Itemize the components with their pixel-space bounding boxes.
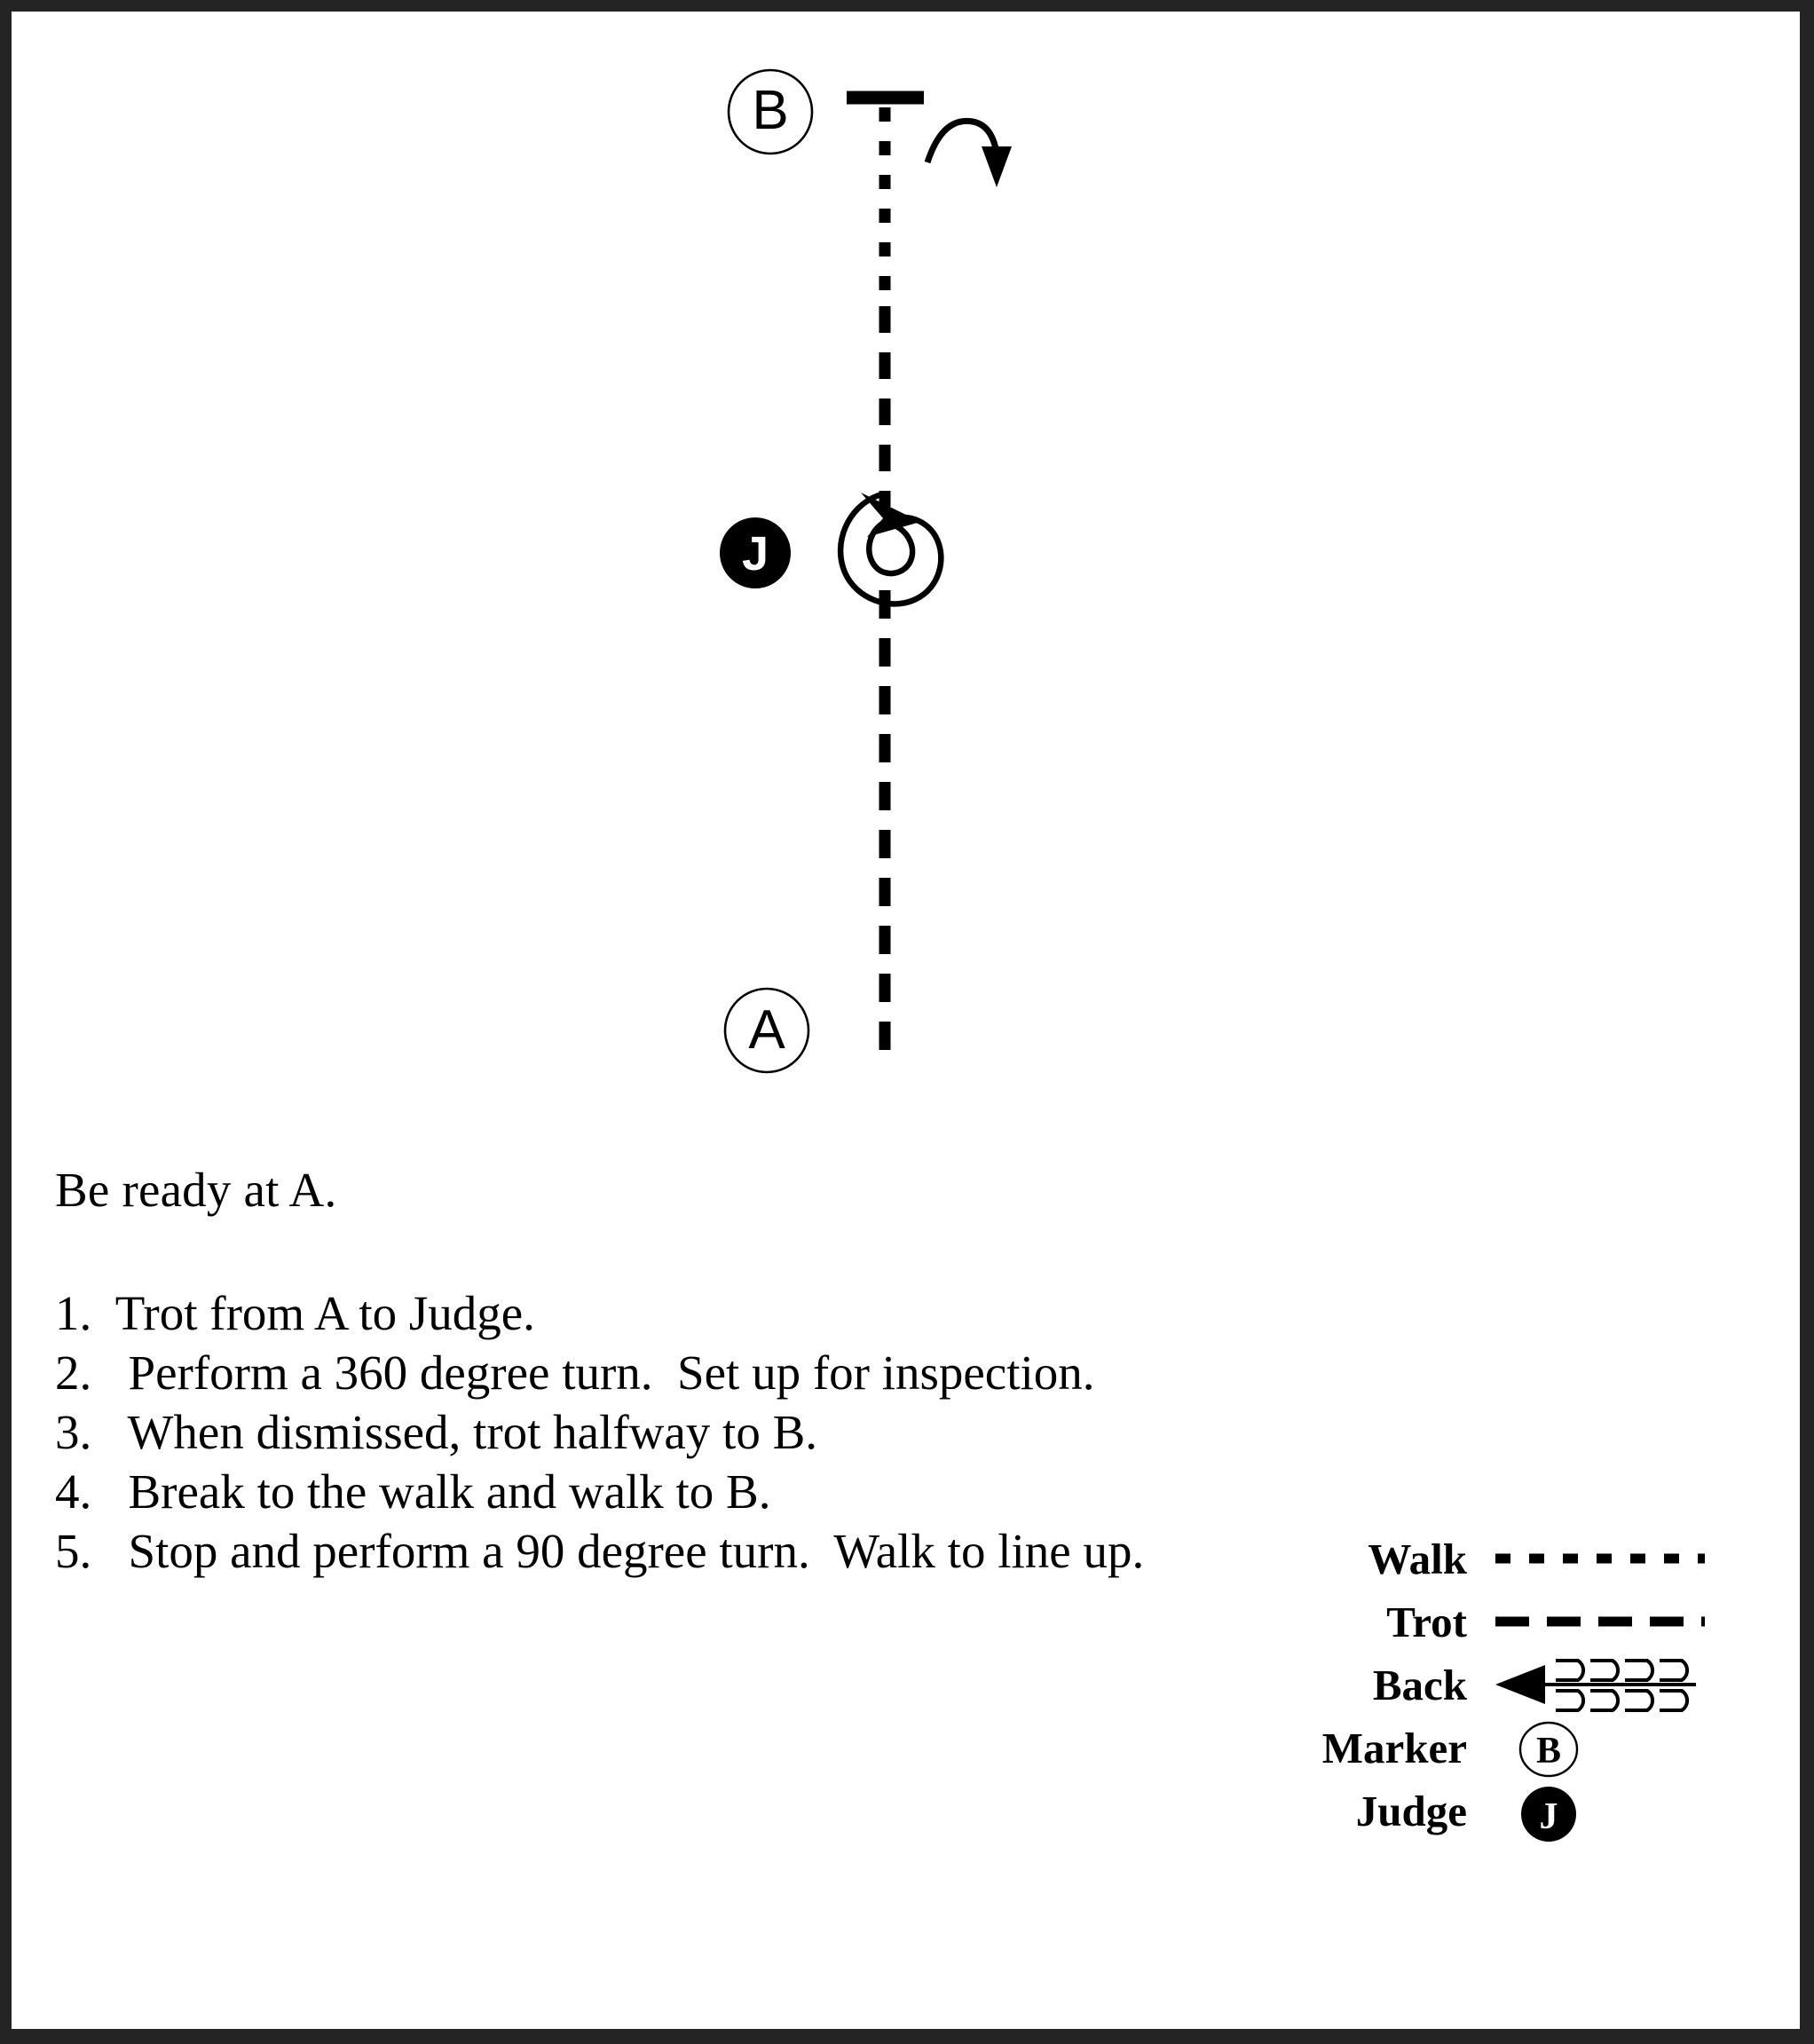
- judge-circle-icon: J: [1521, 1787, 1576, 1842]
- legend-label-judge: Judge: [1355, 1786, 1467, 1835]
- instructions-intro: Be ready at A.: [55, 1163, 337, 1217]
- legend-symbol-walk: [1494, 1531, 1724, 1586]
- legend-row-trot: Trot: [1254, 1594, 1751, 1649]
- diagram-marker-b: B: [727, 68, 814, 155]
- marker-circle-icon: B: [1518, 1721, 1579, 1778]
- legend-symbol-back: [1494, 1657, 1724, 1712]
- instructions-step-list: 1. Trot from A to Judge. 2. Perform a 36…: [55, 1283, 1297, 1581]
- diagram-marker-b-label: B: [752, 80, 788, 141]
- instruction-step: 4. Break to the walk and walk to B.: [55, 1464, 771, 1519]
- instruction-step: 1. Trot from A to Judge.: [55, 1286, 535, 1340]
- page-sheet: B J A Be ready at A. 1. Trot from A to J…: [12, 12, 1800, 2029]
- legend-symbol-trot: [1494, 1594, 1724, 1649]
- diagram-marker-judge: J: [720, 517, 791, 588]
- legend-row-back: Back: [1254, 1657, 1751, 1712]
- diagram-marker-a: A: [723, 987, 810, 1074]
- legend-label-trot: Trot: [1386, 1597, 1467, 1646]
- legend-label-marker: Marker: [1321, 1723, 1467, 1772]
- pattern-diagram: B J A: [12, 12, 1800, 1103]
- diagram-marker-judge-label: J: [742, 527, 769, 580]
- instruction-step: 5. Stop and perform a 90 degree turn. Wa…: [55, 1524, 1145, 1578]
- legend: Walk Trot Back Marker B Judge J: [1254, 1531, 1751, 1846]
- legend-symbol-judge: J: [1494, 1783, 1724, 1842]
- diagram-marker-a-label: A: [748, 999, 785, 1061]
- legend-row-judge: Judge J: [1254, 1783, 1751, 1842]
- legend-label-walk: Walk: [1368, 1534, 1467, 1583]
- legend-row-walk: Walk: [1254, 1531, 1751, 1586]
- turn-90-icon: [924, 117, 1012, 187]
- instruction-step: 3. When dismissed, trot halfway to B.: [55, 1405, 818, 1459]
- back-arrow-icon: [1495, 1659, 1696, 1712]
- turn-360-icon: [837, 492, 944, 607]
- instruction-step: 2. Perform a 360 degree turn. Set up for…: [55, 1346, 1095, 1400]
- legend-marker-letter: B: [1536, 1731, 1561, 1772]
- instructions-block: Be ready at A. 1. Trot from A to Judge. …: [55, 1165, 1297, 1581]
- legend-label-back: Back: [1372, 1660, 1467, 1709]
- legend-judge-letter: J: [1540, 1796, 1558, 1837]
- legend-row-marker: Marker B: [1254, 1720, 1751, 1778]
- page-root: B J A Be ready at A. 1. Trot from A to J…: [0, 0, 1814, 2044]
- legend-symbol-marker: B: [1494, 1720, 1724, 1778]
